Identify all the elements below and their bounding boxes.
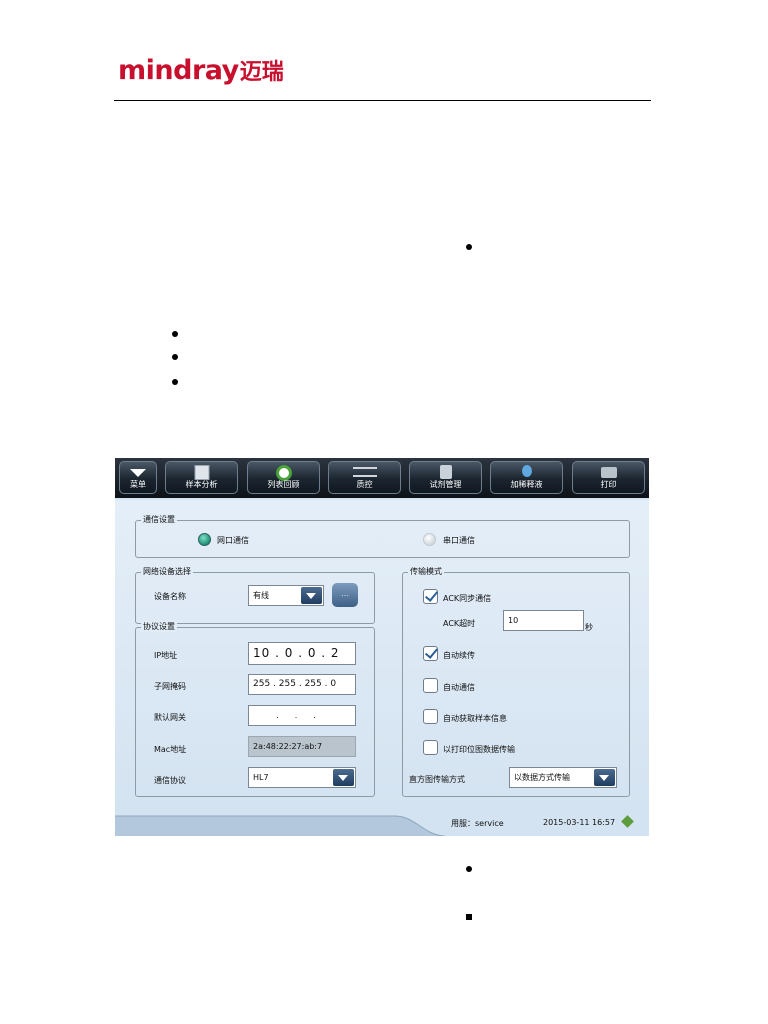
bullet-marker bbox=[172, 331, 178, 337]
serial-comm-radio[interactable] bbox=[423, 533, 436, 546]
ack-timeout-label: ACK超时 bbox=[443, 619, 476, 628]
auto-fetch-sample-label: 自动获取样本信息 bbox=[443, 714, 507, 723]
chevron-down-icon bbox=[301, 587, 322, 604]
status-datetime: 2015-03-11 16:57 bbox=[543, 818, 616, 827]
toolbar-label: 打印 bbox=[600, 480, 617, 489]
histogram-mode-label: 直方图传输方式 bbox=[409, 775, 465, 784]
histogram-mode-value: 以数据方式传输 bbox=[514, 773, 570, 782]
bullet-marker bbox=[466, 244, 472, 250]
ip-octet: 0 bbox=[307, 646, 317, 660]
subnet-mask-label: 子网掩码 bbox=[154, 682, 186, 691]
check-icon bbox=[424, 588, 439, 602]
square-bullet-marker bbox=[466, 914, 472, 920]
diluent-drop-icon bbox=[521, 465, 532, 477]
sample-analysis-button[interactable]: 样本分析 bbox=[165, 461, 238, 494]
reagent-icon bbox=[439, 465, 452, 479]
menu-button[interactable]: 菜单 bbox=[119, 461, 157, 494]
auto-comm-checkbox[interactable] bbox=[423, 678, 438, 693]
ip-octet: 2 bbox=[330, 646, 340, 660]
toolbar-label: 样本分析 bbox=[185, 480, 218, 489]
chevron-down-icon bbox=[594, 769, 615, 786]
group-legend: 通信设置 bbox=[141, 514, 177, 525]
bullet-marker bbox=[466, 866, 472, 872]
toolbar-label: 加稀释液 bbox=[510, 480, 543, 489]
toolbar-label: 试剂管理 bbox=[429, 480, 462, 489]
toolbar-label: 质控 bbox=[356, 480, 373, 489]
mask-octet: 255 bbox=[278, 679, 296, 689]
balance-scale-icon bbox=[352, 467, 377, 477]
comm-protocol-label: 通信协议 bbox=[154, 776, 186, 785]
current-user: 用服：service bbox=[451, 819, 504, 828]
protocol-settings-group: 协议设置 IP地址 10 . 0 . 0 . 2 子网掩码 255 . 255 … bbox=[135, 621, 375, 797]
device-name-select[interactable]: 有线 bbox=[248, 585, 324, 606]
comm-protocol-value: HL7 bbox=[253, 773, 269, 782]
auto-comm-label: 自动通信 bbox=[443, 683, 475, 692]
check-icon bbox=[424, 645, 439, 659]
mask-octet: 255 bbox=[253, 679, 271, 689]
group-legend: 传输模式 bbox=[408, 566, 444, 577]
mac-address-label: Mac地址 bbox=[154, 745, 187, 754]
reagent-management-button[interactable]: 试剂管理 bbox=[409, 461, 482, 494]
group-legend: 协议设置 bbox=[141, 621, 177, 632]
mac-address-value: 2a:48:22:27:ab:7 bbox=[253, 742, 323, 751]
ack-timeout-field[interactable]: 10 bbox=[503, 610, 584, 631]
more-label: … bbox=[341, 589, 349, 598]
mask-octet: 0 bbox=[330, 679, 337, 689]
serial-comm-label: 串口通信 bbox=[443, 536, 475, 545]
list-review-button[interactable]: 列表回顾 bbox=[247, 461, 320, 494]
qc-button[interactable]: 质控 bbox=[328, 461, 401, 494]
ack-sync-checkbox[interactable] bbox=[423, 588, 439, 604]
bullet-marker bbox=[172, 379, 178, 385]
auto-fetch-sample-checkbox[interactable] bbox=[423, 709, 438, 724]
add-diluent-button[interactable]: 加稀释液 bbox=[490, 461, 563, 494]
bitmap-print-checkbox[interactable] bbox=[423, 740, 438, 755]
menu-arrow-icon bbox=[130, 469, 146, 477]
comm-settings-group: 通信设置 网口通信 串口通信 bbox=[135, 514, 630, 558]
ip-address-label: IP地址 bbox=[154, 651, 178, 660]
ip-octet: 0 bbox=[284, 646, 294, 660]
default-gateway-label: 默认网关 bbox=[154, 713, 186, 722]
device-name-value: 有线 bbox=[253, 591, 269, 600]
auto-resend-checkbox[interactable] bbox=[423, 645, 439, 661]
communication-settings-screen: 菜单 样本分析 列表回顾 质控 试剂管理 加稀释液 打印 通信设置 网口通信 串… bbox=[115, 458, 649, 836]
main-toolbar: 菜单 样本分析 列表回顾 质控 试剂管理 加稀释液 打印 bbox=[115, 458, 649, 498]
logo-text-en: mindray bbox=[118, 54, 239, 86]
auto-resend-label: 自动续传 bbox=[443, 651, 475, 660]
settings-panel: 通信设置 网口通信 串口通信 网络设备选择 设备名称 有线 … 协议设置 IP地… bbox=[115, 500, 649, 812]
comm-protocol-select[interactable]: HL7 bbox=[248, 767, 356, 788]
toolbar-label: 菜单 bbox=[130, 480, 146, 489]
group-legend: 网络设备选择 bbox=[141, 566, 193, 577]
ip-address-field[interactable]: 10 . 0 . 0 . 2 bbox=[248, 642, 356, 665]
subnet-mask-field[interactable]: 255 . 255 . 255 . 0 bbox=[248, 674, 356, 695]
ack-timeout-unit: 秒 bbox=[585, 623, 593, 632]
bullet-marker bbox=[172, 354, 178, 360]
printer-icon bbox=[600, 467, 617, 478]
transfer-mode-group: 传输模式 ACK同步通信 ACK超时 10 秒 自动续传 自动通信 自动获取样本… bbox=[402, 566, 630, 797]
more-options-button[interactable]: … bbox=[332, 583, 358, 607]
status-bar: 用服：service 2015-03-11 16:57 bbox=[115, 812, 649, 836]
network-comm-label: 网口通信 bbox=[217, 536, 249, 545]
mac-address-field: 2a:48:22:27:ab:7 bbox=[248, 736, 356, 757]
device-name-label: 设备名称 bbox=[154, 592, 186, 601]
ack-sync-label: ACK同步通信 bbox=[443, 594, 492, 603]
logo-text-cn: 迈瑞 bbox=[239, 60, 284, 85]
mindray-logo: mindray 迈瑞 bbox=[118, 54, 284, 86]
ack-timeout-value: 10 bbox=[508, 616, 519, 625]
network-comm-radio[interactable] bbox=[198, 533, 211, 546]
sample-analysis-icon bbox=[194, 465, 209, 480]
histogram-mode-select[interactable]: 以数据方式传输 bbox=[509, 767, 617, 788]
default-gateway-field[interactable]: ... bbox=[248, 705, 356, 726]
header-divider bbox=[114, 100, 651, 101]
mask-octet: 255 bbox=[304, 679, 322, 689]
ip-octet: 10 bbox=[253, 646, 271, 660]
network-device-group: 网络设备选择 设备名称 有线 … bbox=[135, 566, 375, 624]
toolbar-label: 列表回顾 bbox=[267, 480, 300, 489]
bitmap-print-label: 以打印位图数据传输 bbox=[443, 745, 515, 754]
chevron-down-icon bbox=[333, 769, 354, 786]
print-button[interactable]: 打印 bbox=[572, 461, 645, 494]
